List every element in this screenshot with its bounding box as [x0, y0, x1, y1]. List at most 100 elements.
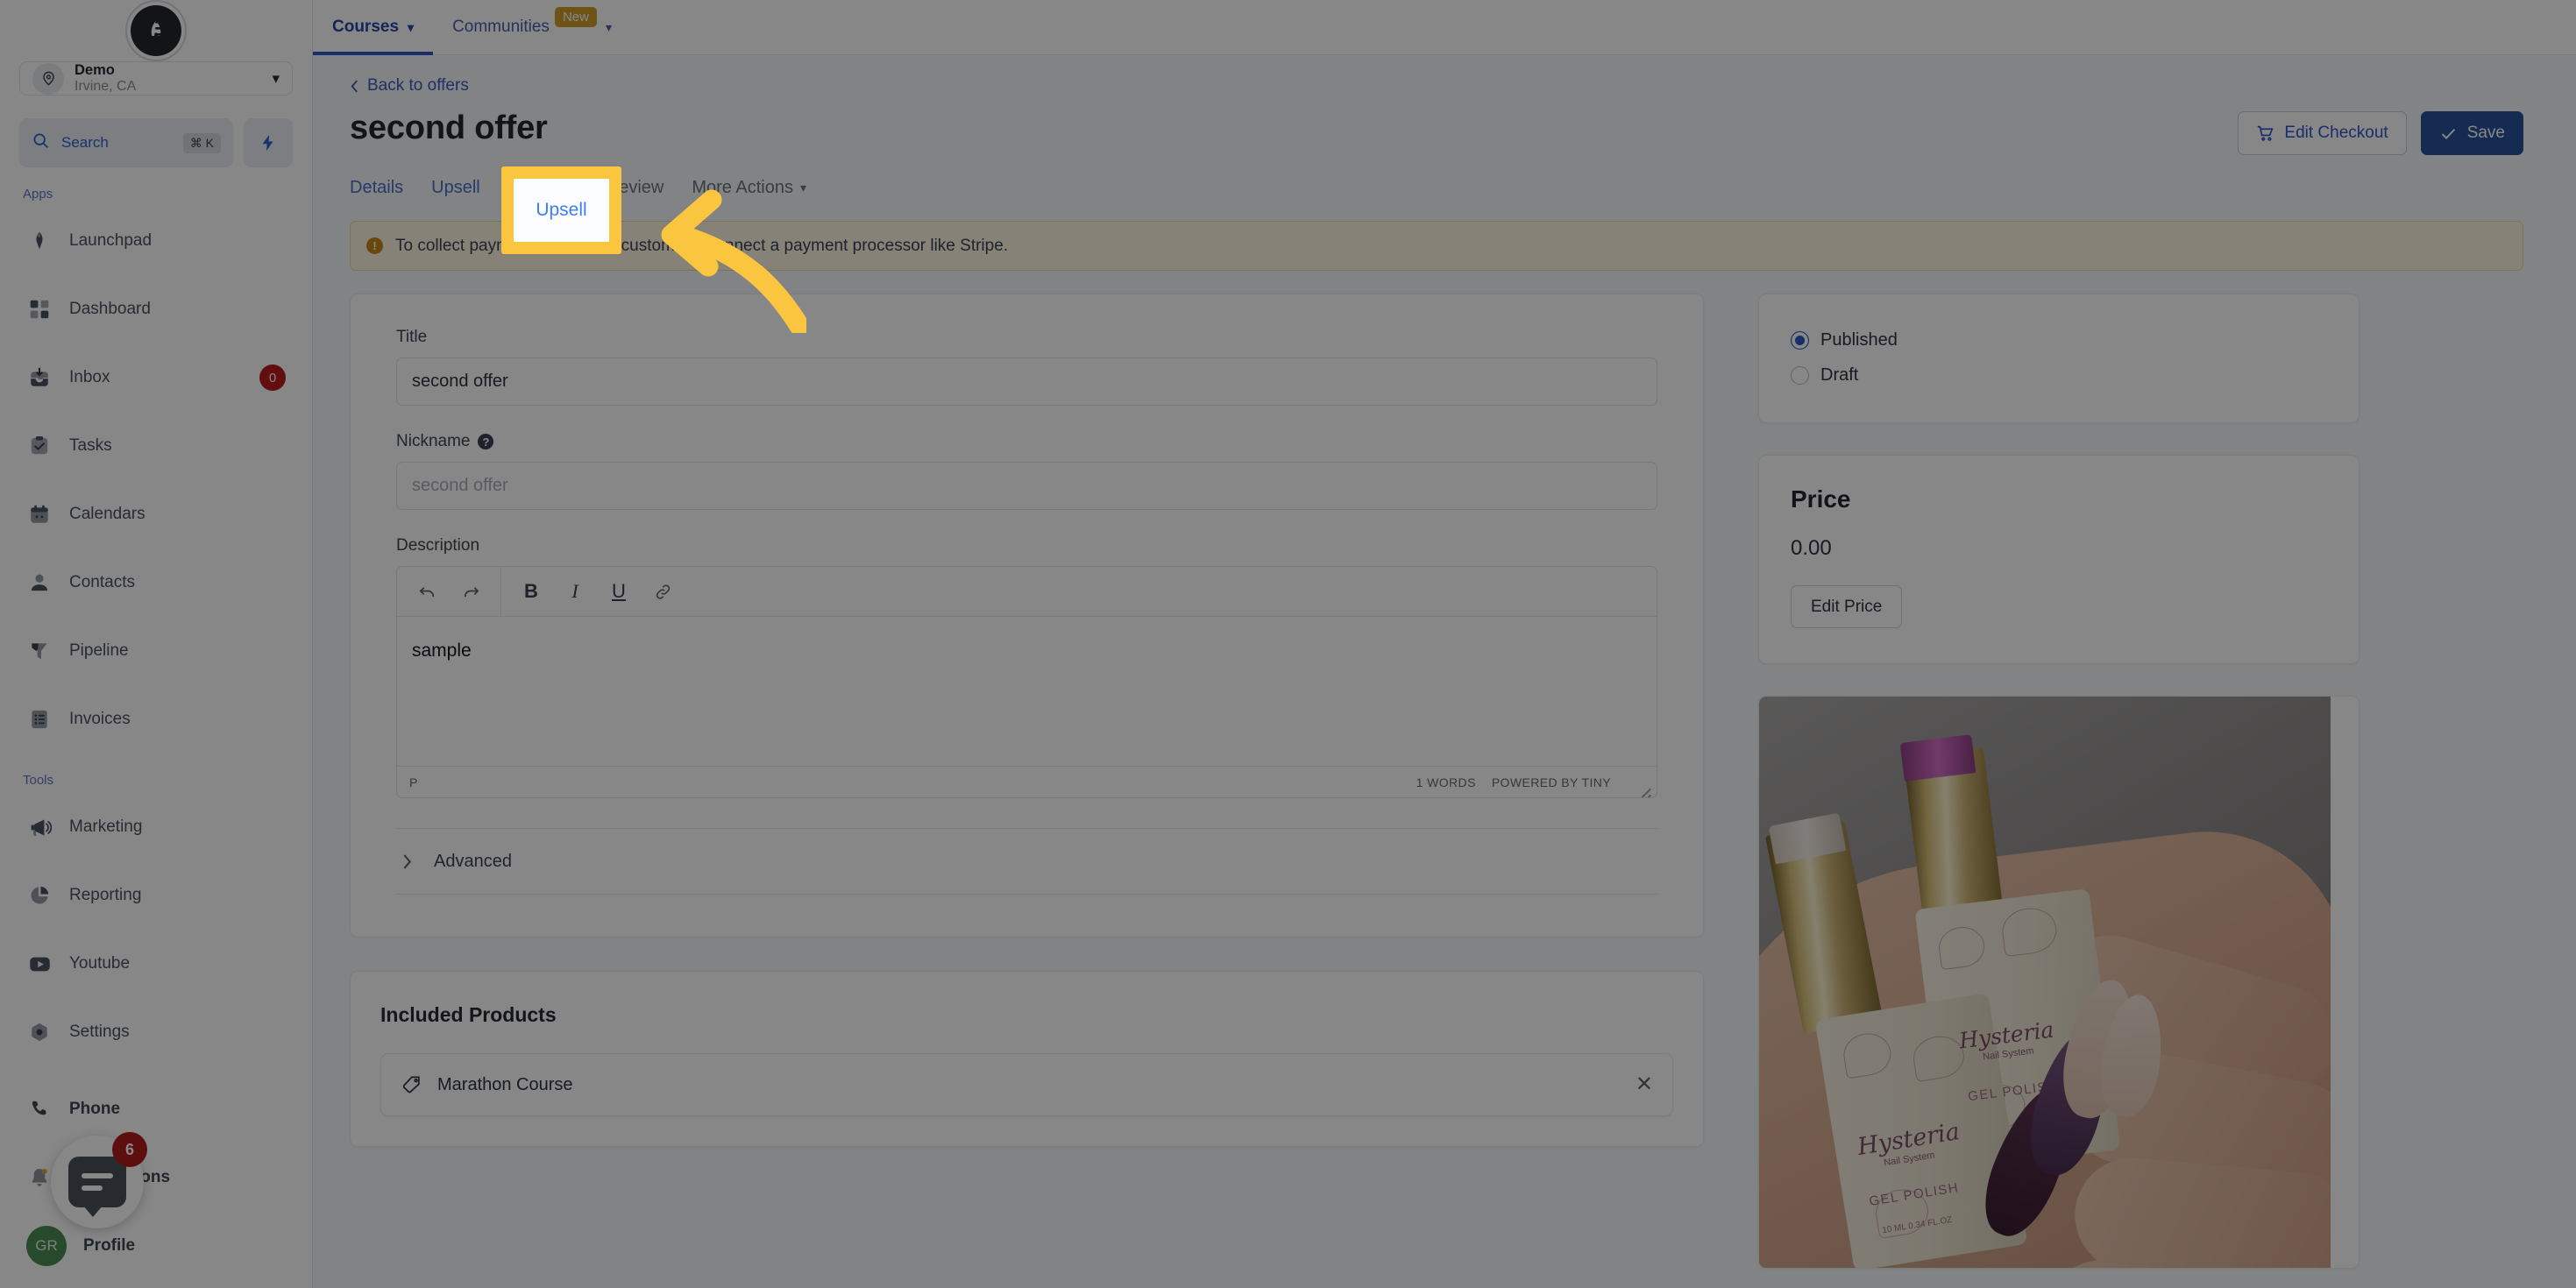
location-name: Demo	[75, 62, 115, 78]
apps-section-label: Apps	[23, 187, 53, 202]
sidebar-item-inbox[interactable]: Inbox 0	[14, 343, 298, 412]
tab-communities[interactable]: Communities New ▾	[433, 0, 631, 54]
advanced-accordion[interactable]: Advanced	[396, 828, 1657, 895]
underline-icon[interactable]: U	[600, 572, 638, 611]
save-button[interactable]: Save	[2420, 111, 2523, 155]
sidebar-item-label: Marketing	[69, 817, 143, 837]
main-column: Title Nickname ? Description	[350, 294, 1704, 1147]
italic-icon[interactable]: I	[556, 572, 594, 611]
sidebar-item-label: Tasks	[69, 436, 112, 456]
lightning-bolt-icon[interactable]	[244, 118, 293, 168]
cart-icon	[2258, 125, 2274, 141]
chat-bubble-icon[interactable]: 6	[51, 1132, 147, 1228]
sidebar-item-invoices[interactable]: Invoices	[14, 685, 298, 754]
question-mark-icon[interactable]: ?	[478, 434, 494, 449]
edit-checkout-button[interactable]: Edit Checkout	[2238, 111, 2407, 155]
sidebar-item-label: Pipeline	[69, 641, 129, 661]
edit-checkout-label: Edit Checkout	[2284, 124, 2388, 142]
sidebar-item-reporting[interactable]: Reporting	[14, 861, 298, 930]
bold-icon[interactable]: B	[512, 572, 550, 611]
sidebar-item-label: Contacts	[69, 573, 135, 592]
sidebar-item-phone[interactable]: Phone	[14, 1075, 298, 1143]
sidebar-item-label: Dashboard	[69, 300, 151, 319]
editor-content[interactable]: sample	[397, 617, 1657, 766]
close-icon[interactable]: ✕	[1636, 1074, 1653, 1095]
description-label: Description	[396, 536, 480, 555]
page-inner: Back to offers second offer Edit Checkou…	[313, 55, 2576, 1269]
tab-get-link[interactable]: Get Link	[508, 178, 573, 198]
radio-draft-label: Draft	[1820, 364, 1859, 385]
hamburger-menu-icon[interactable]	[153, 16, 178, 43]
sidebar-item-badge: 0	[259, 364, 286, 392]
tasks-icon	[26, 433, 53, 459]
side-column: Published Draft Price 0.00 Edit Price Hy…	[1758, 294, 2360, 1269]
launchpad-icon	[26, 228, 53, 254]
chevron-down-icon: ▾	[605, 19, 612, 34]
included-products-title: Included Products	[380, 1003, 557, 1026]
sidebar-item-youtube[interactable]: Youtube	[14, 930, 298, 998]
redo-icon[interactable]	[451, 572, 490, 611]
editor-word-count: 1 WORDS	[1416, 775, 1476, 789]
undo-icon[interactable]	[408, 572, 446, 611]
edit-price-button[interactable]: Edit Price	[1791, 585, 1903, 628]
link-icon[interactable]	[643, 572, 682, 611]
tab-upsell[interactable]: Upsell	[431, 178, 480, 198]
chevron-down-icon: ▾	[408, 19, 415, 34]
sidebar-item-launchpad[interactable]: Launchpad	[14, 207, 298, 275]
tab-preview[interactable]: Preview	[601, 178, 664, 198]
sidebar-item-label: Settings	[69, 1023, 130, 1042]
dashboard-icon	[26, 296, 53, 322]
radio-published[interactable]: Published	[1791, 322, 2327, 357]
sidebar-item-settings[interactable]: Settings	[14, 998, 298, 1066]
editor-history-group	[397, 567, 500, 616]
chevron-left-icon	[351, 79, 358, 93]
description-field-group: Description B I U sample P 1 WORDS POWER…	[396, 536, 1657, 798]
header-actions: Edit Checkout Save	[2238, 111, 2523, 155]
sidebar-item-label: Reporting	[69, 886, 142, 905]
sidebar-item-profile[interactable]: GR Profile	[14, 1212, 298, 1280]
back-to-offers-link[interactable]: Back to offers	[350, 76, 2523, 96]
search-input[interactable]: Search ⌘ K	[19, 118, 233, 168]
nickname-field-group: Nickname ?	[396, 432, 1657, 510]
radio-draft[interactable]: Draft	[1791, 357, 2327, 393]
sidebar-item-marketing[interactable]: Marketing	[14, 793, 298, 861]
sidebar-item-tasks[interactable]: Tasks	[14, 412, 298, 480]
title-field-group: Title	[396, 328, 1657, 406]
tab-details[interactable]: Details	[350, 178, 403, 198]
bell-icon	[26, 1164, 53, 1191]
pipeline-icon	[26, 638, 53, 664]
sidebar-item-dashboard[interactable]: Dashboard	[14, 275, 298, 343]
top-navigation-bar: Courses ▾ Communities New ▾	[155, 0, 2576, 55]
check-icon	[2441, 128, 2455, 139]
location-sub: Irvine, CA	[75, 78, 137, 94]
publish-status-card: Published Draft	[1758, 294, 2360, 423]
exclamation-icon: !	[366, 237, 383, 254]
price-value: 0.00	[1791, 536, 1832, 560]
location-switcher[interactable]: Demo Irvine, CA ▾	[19, 61, 293, 96]
back-link-label: Back to offers	[367, 76, 469, 95]
sidebar-item-pipeline[interactable]: Pipeline	[14, 617, 298, 685]
tab-courses[interactable]: Courses ▾	[313, 0, 434, 55]
calendar-icon	[26, 501, 53, 527]
chat-unread-badge: 6	[112, 1132, 147, 1167]
avatar: GR	[26, 1226, 67, 1267]
new-badge: New	[554, 6, 597, 27]
tab-communities-label: Communities	[452, 18, 550, 36]
product-photo: Hysteria Nail System GEL POLISH Hysteria…	[1759, 697, 2331, 1268]
editor-resize-handle[interactable]	[1637, 775, 1651, 797]
piechart-icon	[26, 882, 53, 909]
tab-more-actions[interactable]: More Actions ▾	[692, 178, 806, 198]
search-label: Search	[61, 134, 109, 152]
offer-details-body: Title Nickname ? Description	[351, 294, 1703, 937]
page-header: second offer Edit Checkout Save	[350, 110, 2523, 155]
youtube-icon	[26, 951, 53, 977]
nickname-input[interactable]	[396, 462, 1657, 510]
sidebar-item-contacts[interactable]: Contacts	[14, 548, 298, 617]
title-input[interactable]	[396, 357, 1657, 406]
editor-status-bar: P 1 WORDS POWERED BY TINY	[397, 766, 1657, 797]
table-row[interactable]: Marathon Course ✕	[380, 1053, 1673, 1116]
sidebar-item-label: Calendars	[69, 505, 145, 524]
editor-format-group: B I U	[500, 567, 692, 616]
inbox-icon	[26, 364, 53, 391]
sidebar-item-calendars[interactable]: Calendars	[14, 480, 298, 548]
